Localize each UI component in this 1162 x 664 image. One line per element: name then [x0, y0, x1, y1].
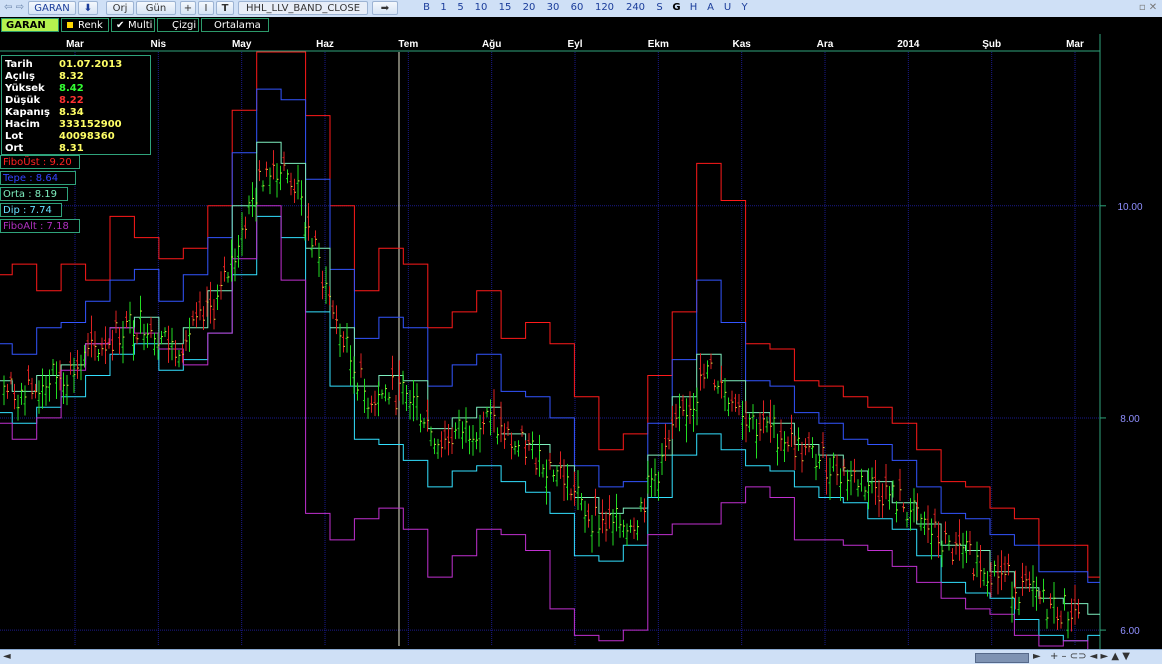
color-square-icon: [67, 22, 73, 28]
month-label: Ağu: [482, 39, 501, 50]
top-toolbar: ⇦ ⇨ GARAN ⬇ Orj Gün + I T HHL_LLV_BAND_C…: [0, 0, 1162, 18]
indicator-tab-row: GARAN Renk ✔ Multi Çizgi Ortalama: [0, 17, 1162, 34]
series-line-fiboalt: [0, 205, 1100, 658]
zoom-controls[interactable]: + – ⊂⊃ ◄ ► ▲ ▼: [1050, 651, 1130, 663]
info-value: 8.31: [59, 143, 84, 154]
gun-button[interactable]: Gün: [136, 1, 176, 15]
add-button[interactable]: +: [180, 1, 196, 15]
period-20[interactable]: 20: [519, 1, 539, 15]
info-value: 333152900: [59, 119, 122, 130]
period-240[interactable]: 240: [622, 1, 649, 15]
info-row: Ort 8.31: [5, 143, 145, 155]
info-row: Düşük 8.22: [5, 95, 145, 107]
month-label: Eyl: [567, 39, 582, 50]
tab-garan[interactable]: GARAN: [1, 18, 59, 32]
info-value: 8.22: [59, 95, 84, 106]
legend-orta: Orta : 8.19: [0, 187, 68, 201]
scroll-thumb[interactable]: [975, 653, 1029, 663]
formula-field[interactable]: HHL_LLV_BAND_CLOSE: [238, 1, 368, 15]
info-label: Kapanış: [5, 107, 50, 118]
month-label: Kas: [732, 39, 751, 50]
tab-renk-label: Renk: [78, 20, 103, 31]
legend-fiboalt-text: FiboAlt : 7.18: [3, 221, 69, 232]
info-value: 01.07.2013: [59, 59, 123, 70]
period-u[interactable]: U: [721, 1, 734, 15]
tab-renk[interactable]: Renk: [61, 18, 109, 32]
month-label: Mar: [66, 39, 84, 50]
info-value: 8.32: [59, 71, 84, 82]
info-label: Düşük: [5, 95, 41, 106]
tab-cizgi[interactable]: Çizgi: [157, 18, 199, 32]
period-5[interactable]: 5: [454, 1, 467, 15]
series-line-orta: [0, 141, 1100, 615]
month-label: 2014: [897, 39, 920, 50]
info-row: Hacim 333152900: [5, 119, 145, 131]
tab-ortalama[interactable]: Ortalama: [201, 18, 269, 32]
period-y[interactable]: Y: [738, 1, 751, 15]
legend-fiboust: FiboÜst : 9.20: [0, 155, 80, 169]
period-1[interactable]: 1: [437, 1, 450, 15]
info-label: Tarih: [5, 59, 33, 70]
info-value: 40098360: [59, 131, 115, 142]
month-label: Nis: [151, 39, 167, 50]
period-s[interactable]: S: [653, 1, 666, 15]
info-label: Hacim: [5, 119, 40, 130]
price-chart[interactable]: Mar Nis May Haz Tem Ağu Eyl Ekm Kas Ara 2014 Şub Mar…: [0, 34, 1162, 658]
period-60[interactable]: 60: [567, 1, 587, 15]
legend-tepe: Tepe : 8.64: [0, 171, 76, 185]
info-label: Lot: [5, 131, 24, 142]
orj-button[interactable]: Orj: [106, 1, 134, 15]
period-h[interactable]: H: [687, 1, 700, 15]
info-button[interactable]: I: [198, 1, 214, 15]
period-10[interactable]: 10: [471, 1, 491, 15]
tab-multi[interactable]: ✔ Multi: [111, 18, 155, 32]
price-label: 6.00: [1120, 626, 1140, 637]
month-label: May: [232, 39, 252, 50]
price-label: 8.00: [1120, 414, 1140, 425]
info-row: Kapanış 8.34: [5, 107, 145, 119]
info-label: Ort: [5, 143, 24, 154]
month-label: Ekm: [648, 39, 669, 50]
bottom-scroll-bar: ◄ ► + – ⊂⊃ ◄ ► ▲ ▼: [0, 649, 1162, 664]
window-close-icon[interactable]: ▫ ✕: [1136, 1, 1160, 15]
checkmark-icon: ✔: [116, 20, 125, 31]
info-label: Açılış: [5, 71, 35, 82]
period-a[interactable]: A: [704, 1, 717, 15]
nav-arrows-icon[interactable]: ⇦ ⇨: [2, 1, 26, 15]
legend-dip: Dip : 7.74: [0, 203, 62, 217]
text-tool-button[interactable]: T: [216, 1, 234, 15]
month-label: Ara: [817, 39, 834, 50]
ohlc-info-panel: Tarih 01.07.2013 Açılış 8.32 Yüksek 8.42 Düşük…: [1, 55, 151, 155]
symbol-selector[interactable]: GARAN: [28, 1, 76, 15]
month-label: Şub: [982, 39, 1001, 50]
month-label: Haz: [316, 39, 334, 50]
info-value: 8.42: [59, 83, 84, 94]
scroll-right-icon[interactable]: ►: [1033, 651, 1041, 663]
download-icon[interactable]: ⬇: [78, 1, 98, 15]
legend-tepe-text: Tepe : 8.64: [3, 173, 59, 184]
legend-dip-text: Dip : 7.74: [3, 205, 52, 216]
price-label: 10.00: [1117, 202, 1142, 213]
period-15[interactable]: 15: [495, 1, 515, 15]
info-row: Yüksek 8.42: [5, 83, 145, 95]
legend-fiboalt: FiboAlt : 7.18: [0, 219, 80, 233]
month-label: Mar: [1066, 39, 1084, 50]
scroll-left-icon[interactable]: ◄: [3, 651, 11, 663]
period-120[interactable]: 120: [591, 1, 618, 15]
period-b[interactable]: B: [420, 1, 433, 15]
apply-arrow-icon[interactable]: ➡: [372, 1, 398, 15]
info-value: 8.34: [59, 107, 84, 118]
month-label: Tem: [398, 39, 418, 50]
period-g[interactable]: G: [670, 1, 683, 15]
chart-canvas[interactable]: Mar Nis May Haz Tem Ağu Eyl Ekm Kas Ara 2014 Şub Mar…: [0, 34, 1162, 658]
legend-fiboust-text: FiboÜst : 9.20: [3, 157, 72, 168]
period-30[interactable]: 30: [543, 1, 563, 15]
info-label: Yüksek: [5, 83, 45, 94]
info-row: Tarih 01.07.2013: [5, 59, 145, 71]
legend-orta-text: Orta : 8.19: [3, 189, 58, 200]
tab-multi-label: Multi: [128, 20, 153, 31]
info-row: Açılış 8.32: [5, 71, 145, 83]
info-row: Lot 40098360: [5, 131, 145, 143]
